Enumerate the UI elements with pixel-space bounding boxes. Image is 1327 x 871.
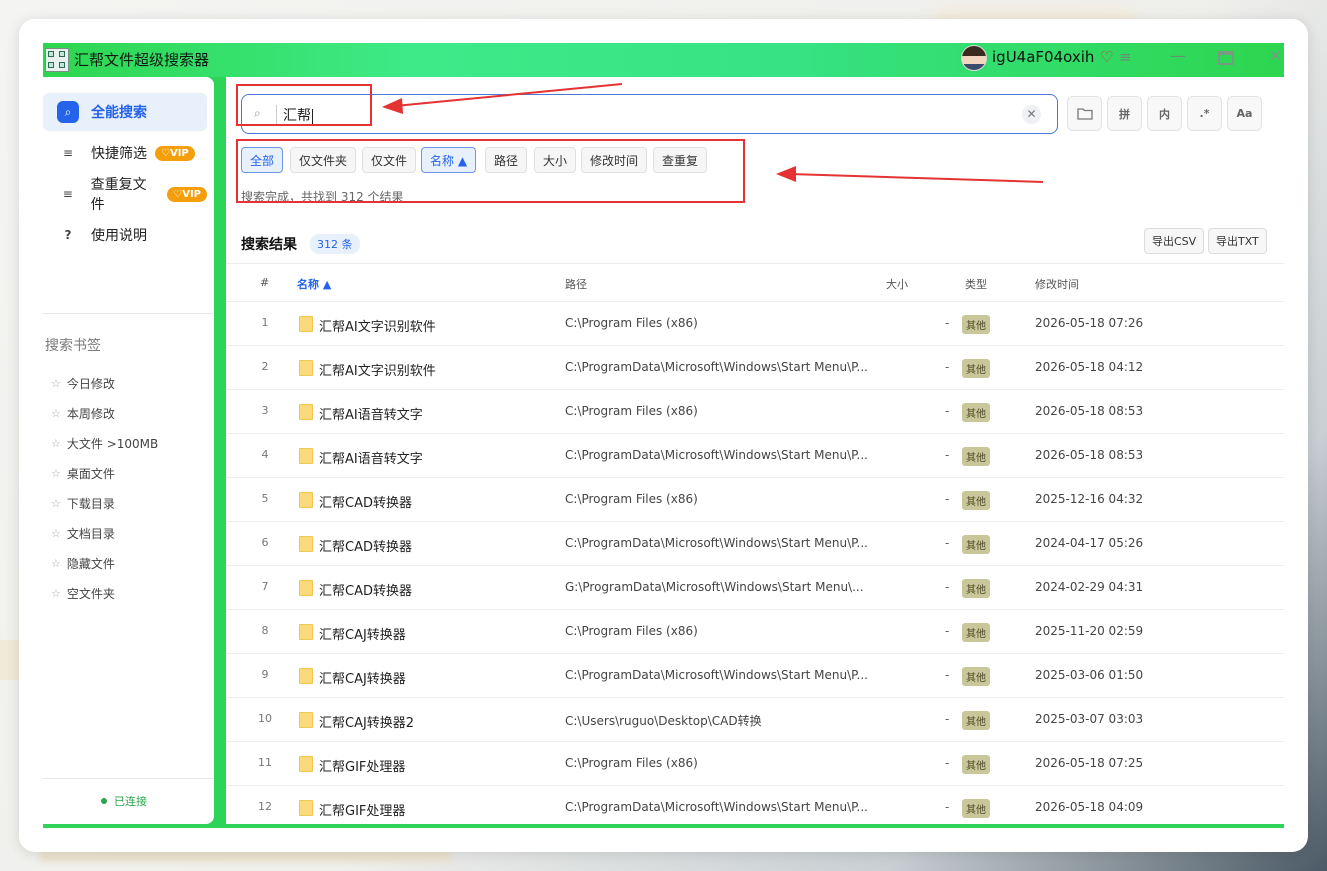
annotation-arrows bbox=[382, 83, 1044, 183]
